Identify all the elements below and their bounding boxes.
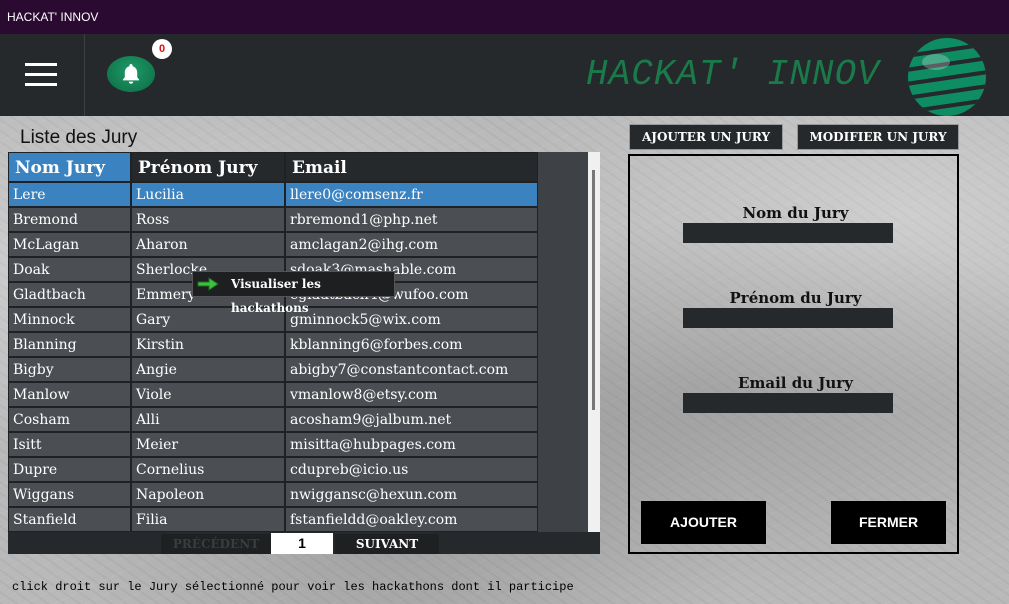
cell-email: gminnock5@wix.com xyxy=(285,307,538,332)
menu-bar xyxy=(25,63,57,66)
cell-email: vmanlow8@etsy.com xyxy=(285,382,538,407)
cell-nom: Gladtbach xyxy=(8,282,131,307)
menu-bar xyxy=(25,83,57,86)
cell-prenom: Viole xyxy=(131,382,285,407)
scrollbar-thumb[interactable] xyxy=(592,170,595,410)
cell-email: acosham9@jalbum.net xyxy=(285,407,538,432)
table-row[interactable]: Isitt Meier misitta@hubpages.com xyxy=(8,432,538,457)
notification-count-badge: 0 xyxy=(152,39,172,59)
table-row[interactable]: Wiggans Napoleon nwiggansc@hexun.com xyxy=(8,482,538,507)
cell-email: abigby7@constantcontact.com xyxy=(285,357,538,382)
cell-nom: Dupre xyxy=(8,457,131,482)
cell-nom: Bremond xyxy=(8,207,131,232)
cell-email: fstanfieldd@oakley.com xyxy=(285,507,538,532)
cell-prenom: Alli xyxy=(131,407,285,432)
next-page-button[interactable]: SUIVANT xyxy=(335,534,439,554)
column-header-email[interactable]: Email xyxy=(285,152,538,182)
table-row[interactable]: Blanning Kirstin kblanning6@forbes.com xyxy=(8,332,538,357)
email-label: Email du Jury xyxy=(738,374,853,392)
hamburger-menu-button[interactable] xyxy=(0,34,85,116)
cell-prenom: Ross xyxy=(131,207,285,232)
table-row[interactable]: Lere Lucilia llere0@comsenz.fr xyxy=(8,182,538,207)
prenom-label: Prénom du Jury xyxy=(729,289,862,307)
window-titlebar: HACKAT' INNOV xyxy=(0,0,1009,34)
jury-table: Nom Jury Prénom Jury Email Lere Lucilia ll… xyxy=(8,152,600,532)
arrow-right-icon xyxy=(197,277,219,291)
cell-prenom: Kirstin xyxy=(131,332,285,357)
cell-prenom: Filia xyxy=(131,507,285,532)
cell-prenom: Meier xyxy=(131,432,285,457)
email-input[interactable] xyxy=(683,393,893,413)
table-row[interactable]: Manlow Viole vmanlow8@etsy.com xyxy=(8,382,538,407)
cell-prenom: Lucilia xyxy=(131,182,285,207)
cell-nom: Wiggans xyxy=(8,482,131,507)
column-header-nom[interactable]: Nom Jury xyxy=(8,152,131,182)
cell-prenom: Aharon xyxy=(131,232,285,257)
cell-nom: Blanning xyxy=(8,332,131,357)
menu-bar xyxy=(25,73,57,76)
globe-logo-icon xyxy=(908,38,986,116)
context-menu-item-view-hackathons[interactable]: Visualiser les hackathons xyxy=(231,277,321,315)
table-row[interactable]: Cosham Alli acosham9@jalbum.net xyxy=(8,407,538,432)
notification-bell-icon[interactable] xyxy=(107,56,155,92)
nom-label: Nom du Jury xyxy=(742,204,849,222)
list-title: Liste des Jury xyxy=(20,127,138,148)
cell-email: kblanning6@forbes.com xyxy=(285,332,538,357)
previous-page-button[interactable]: PRÉCÉDENT xyxy=(161,534,271,554)
table-scrollbar[interactable] xyxy=(588,152,600,532)
cell-prenom: Cornelius xyxy=(131,457,285,482)
page-number: 1 xyxy=(271,533,333,554)
cell-nom: Minnock xyxy=(8,307,131,332)
cell-email: misitta@hubpages.com xyxy=(285,432,538,457)
prenom-input[interactable] xyxy=(683,308,893,328)
help-hint: click droit sur le Jury sélectionné pour… xyxy=(12,580,574,594)
cell-email: llere0@comsenz.fr xyxy=(285,182,538,207)
cell-prenom: Napoleon xyxy=(131,482,285,507)
cell-nom: Bigby xyxy=(8,357,131,382)
table-header: Nom Jury Prénom Jury Email xyxy=(8,152,538,182)
add-jury-tab-button[interactable]: AJOUTER UN JURY xyxy=(629,124,783,150)
table-row[interactable]: Bigby Angie abigby7@constantcontact.com xyxy=(8,357,538,382)
context-menu[interactable]: Visualiser les hackathons xyxy=(192,271,395,315)
cell-prenom: Angie xyxy=(131,357,285,382)
cell-nom: Doak xyxy=(8,257,131,282)
table-row[interactable]: McLagan Aharon amclagan2@ihg.com xyxy=(8,232,538,257)
nom-input[interactable] xyxy=(683,223,893,243)
cell-nom: Stanfield xyxy=(8,507,131,532)
cell-nom: Manlow xyxy=(8,382,131,407)
edit-jury-tab-button[interactable]: MODIFIER UN JURY xyxy=(797,124,959,150)
cell-nom: Isitt xyxy=(8,432,131,457)
jury-form-panel: Nom du Jury Prénom du Jury Email du Jury… xyxy=(628,154,959,554)
cell-email: nwiggansc@hexun.com xyxy=(285,482,538,507)
ajouter-button[interactable]: AJOUTER xyxy=(641,501,766,544)
cell-nom: McLagan xyxy=(8,232,131,257)
pagination: PRÉCÉDENT 1 SUIVANT xyxy=(8,532,600,554)
brand-title: HACKAT' INNOV xyxy=(586,54,880,95)
table-row[interactable]: Stanfield Filia fstanfieldd@oakley.com xyxy=(8,507,538,532)
cell-email: rbremond1@php.net xyxy=(285,207,538,232)
cell-nom: Lere xyxy=(8,182,131,207)
table-body: Lere Lucilia llere0@comsenz.fr Bremond Ross r… xyxy=(8,182,538,532)
window-title: HACKAT' INNOV xyxy=(7,10,99,24)
column-header-prenom[interactable]: Prénom Jury xyxy=(131,152,285,182)
cell-email: cdupreb@icio.us xyxy=(285,457,538,482)
cell-email: amclagan2@ihg.com xyxy=(285,232,538,257)
table-row[interactable]: Dupre Cornelius cdupreb@icio.us xyxy=(8,457,538,482)
table-row[interactable]: Bremond Ross rbremond1@php.net xyxy=(8,207,538,232)
cell-nom: Cosham xyxy=(8,407,131,432)
fermer-button[interactable]: FERMER xyxy=(831,501,946,544)
app-header: 0 HACKAT' INNOV xyxy=(0,34,1009,116)
